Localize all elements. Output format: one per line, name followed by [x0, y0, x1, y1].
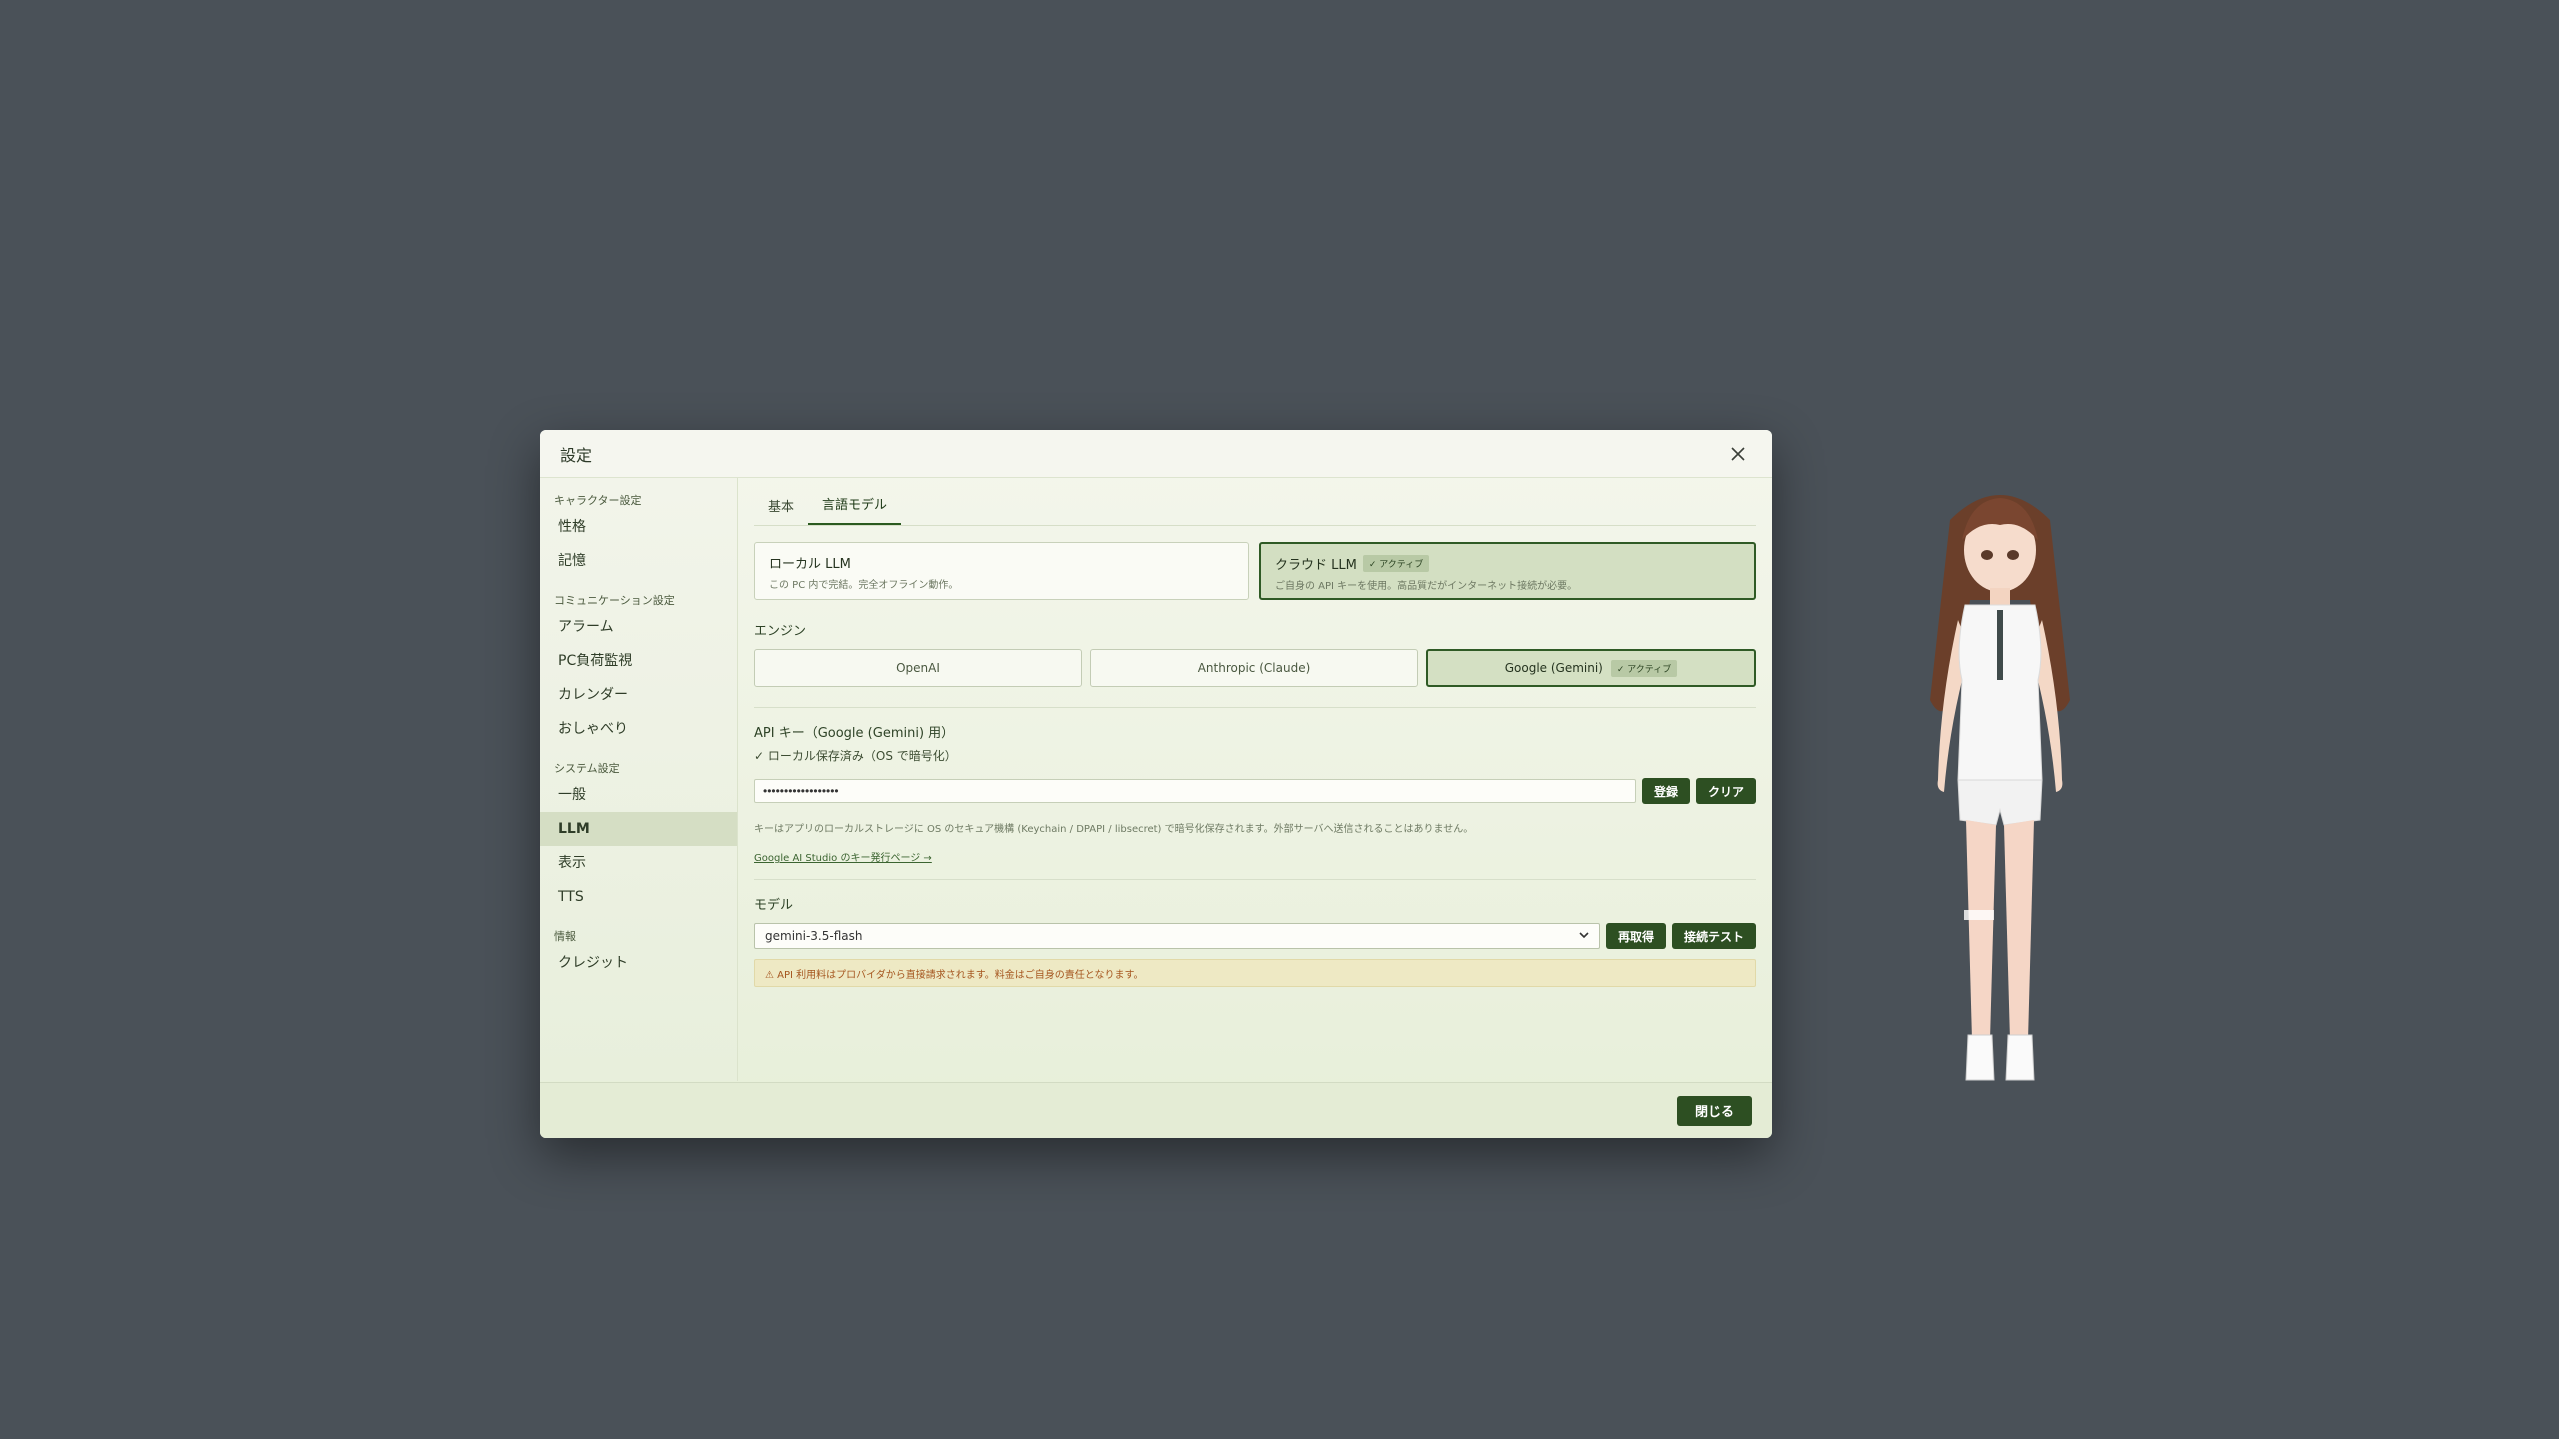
sidebar-item-display[interactable]: 表示	[540, 846, 737, 880]
sidebar-group-communication: コミュニケーション設定	[554, 594, 675, 607]
billing-warning: ⚠ API 利用料はプロバイダから直接請求されます。料金はご自身の責任となります…	[754, 959, 1756, 987]
cloud-llm-title: クラウド LLM	[1275, 558, 1357, 573]
active-badge: ✓ アクティブ	[1362, 555, 1430, 572]
clear-button[interactable]: クリア	[1695, 778, 1756, 804]
engine-google-label: Google (Gemini)	[1504, 661, 1603, 675]
sidebar-group-system: システム設定	[554, 762, 620, 775]
model-select[interactable]: gemini-3.5-flash	[754, 923, 1600, 949]
sidebar-item-pc-monitor[interactable]: PC負荷監視	[540, 644, 737, 678]
dialog-title: 設定	[560, 445, 593, 465]
active-badge: ✓ アクティブ	[1610, 659, 1678, 677]
ai-studio-link[interactable]: Google AI Studio のキー発行ページ →	[754, 849, 932, 864]
close-icon[interactable]	[1724, 440, 1752, 468]
engine-google-button[interactable]: Google (Gemini) ✓ アクティブ	[1426, 649, 1756, 687]
settings-sidebar: キャラクター設定 性格 記憶 コミュニケーション設定 アラーム PC負荷監視 カ…	[540, 478, 738, 1081]
sidebar-item-general[interactable]: 一般	[540, 778, 737, 812]
sidebar-item-llm[interactable]: LLM	[540, 812, 737, 846]
dialog-header: 設定	[540, 430, 1772, 478]
local-llm-card[interactable]: ローカル LLM この PC 内で完結。完全オフライン動作。	[754, 542, 1249, 600]
sidebar-item-memory[interactable]: 記憶	[540, 544, 737, 578]
api-key-note: キーはアプリのローカルストレージに OS のセキュア機構 (Keychain /…	[754, 824, 1474, 835]
engine-anthropic-label: Anthropic (Claude)	[1197, 661, 1311, 675]
engine-openai-button[interactable]: OpenAI	[754, 649, 1082, 687]
settings-dialog: 設定 キャラクター設定 性格 記憶 コミュニケーション設定 アラーム PC負荷監…	[540, 430, 1772, 1138]
character-avatar	[1930, 495, 2070, 1081]
api-key-label: API キー（Google (Gemini) 用）	[754, 726, 955, 741]
sidebar-item-calendar[interactable]: カレンダー	[540, 678, 737, 712]
close-button[interactable]: 閉じる	[1676, 1095, 1752, 1126]
engine-label: エンジン	[754, 624, 807, 639]
settings-main: 基本 言語モデル ローカル LLM この PC 内で完結。完全オフライン動作。 …	[738, 478, 1772, 1081]
sidebar-item-credits[interactable]: クレジット	[540, 946, 737, 980]
tab-bar: 基本 言語モデル	[754, 478, 1756, 526]
connection-test-button[interactable]: 接続テスト	[1671, 923, 1756, 949]
sidebar-item-personality[interactable]: 性格	[540, 510, 737, 544]
sidebar-item-tts[interactable]: TTS	[540, 880, 737, 914]
chevron-down-icon	[1579, 929, 1589, 943]
cloud-llm-card[interactable]: クラウド LLM ✓ アクティブ ご自身の API キーを使用。高品質だがインタ…	[1259, 542, 1756, 600]
sidebar-item-chat[interactable]: おしゃべり	[540, 712, 737, 746]
divider	[754, 879, 1756, 880]
dialog-footer: 閉じる	[540, 1082, 1772, 1138]
model-label: モデル	[754, 898, 794, 913]
engine-anthropic-button[interactable]: Anthropic (Claude)	[1090, 649, 1418, 687]
model-selected-value: gemini-3.5-flash	[765, 929, 863, 943]
register-button[interactable]: 登録	[1641, 778, 1690, 804]
refetch-button[interactable]: 再取得	[1605, 923, 1666, 949]
tab-basic[interactable]: 基本	[754, 496, 808, 525]
sidebar-item-alarm[interactable]: アラーム	[540, 610, 737, 644]
engine-openai-label: OpenAI	[896, 661, 940, 675]
sidebar-group-info: 情報	[554, 930, 576, 943]
api-key-status: ✓ ローカル保存済み（OS で暗号化）	[754, 749, 957, 763]
cloud-llm-desc: ご自身の API キーを使用。高品質だがインターネット接続が必要。	[1275, 581, 1578, 592]
tab-language-model[interactable]: 言語モデル	[808, 494, 902, 525]
sidebar-group-character: キャラクター設定	[554, 494, 642, 507]
divider	[754, 707, 1756, 708]
api-key-input[interactable]	[754, 779, 1636, 803]
local-llm-title: ローカル LLM	[769, 557, 851, 572]
local-llm-desc: この PC 内で完結。完全オフライン動作。	[769, 580, 959, 591]
